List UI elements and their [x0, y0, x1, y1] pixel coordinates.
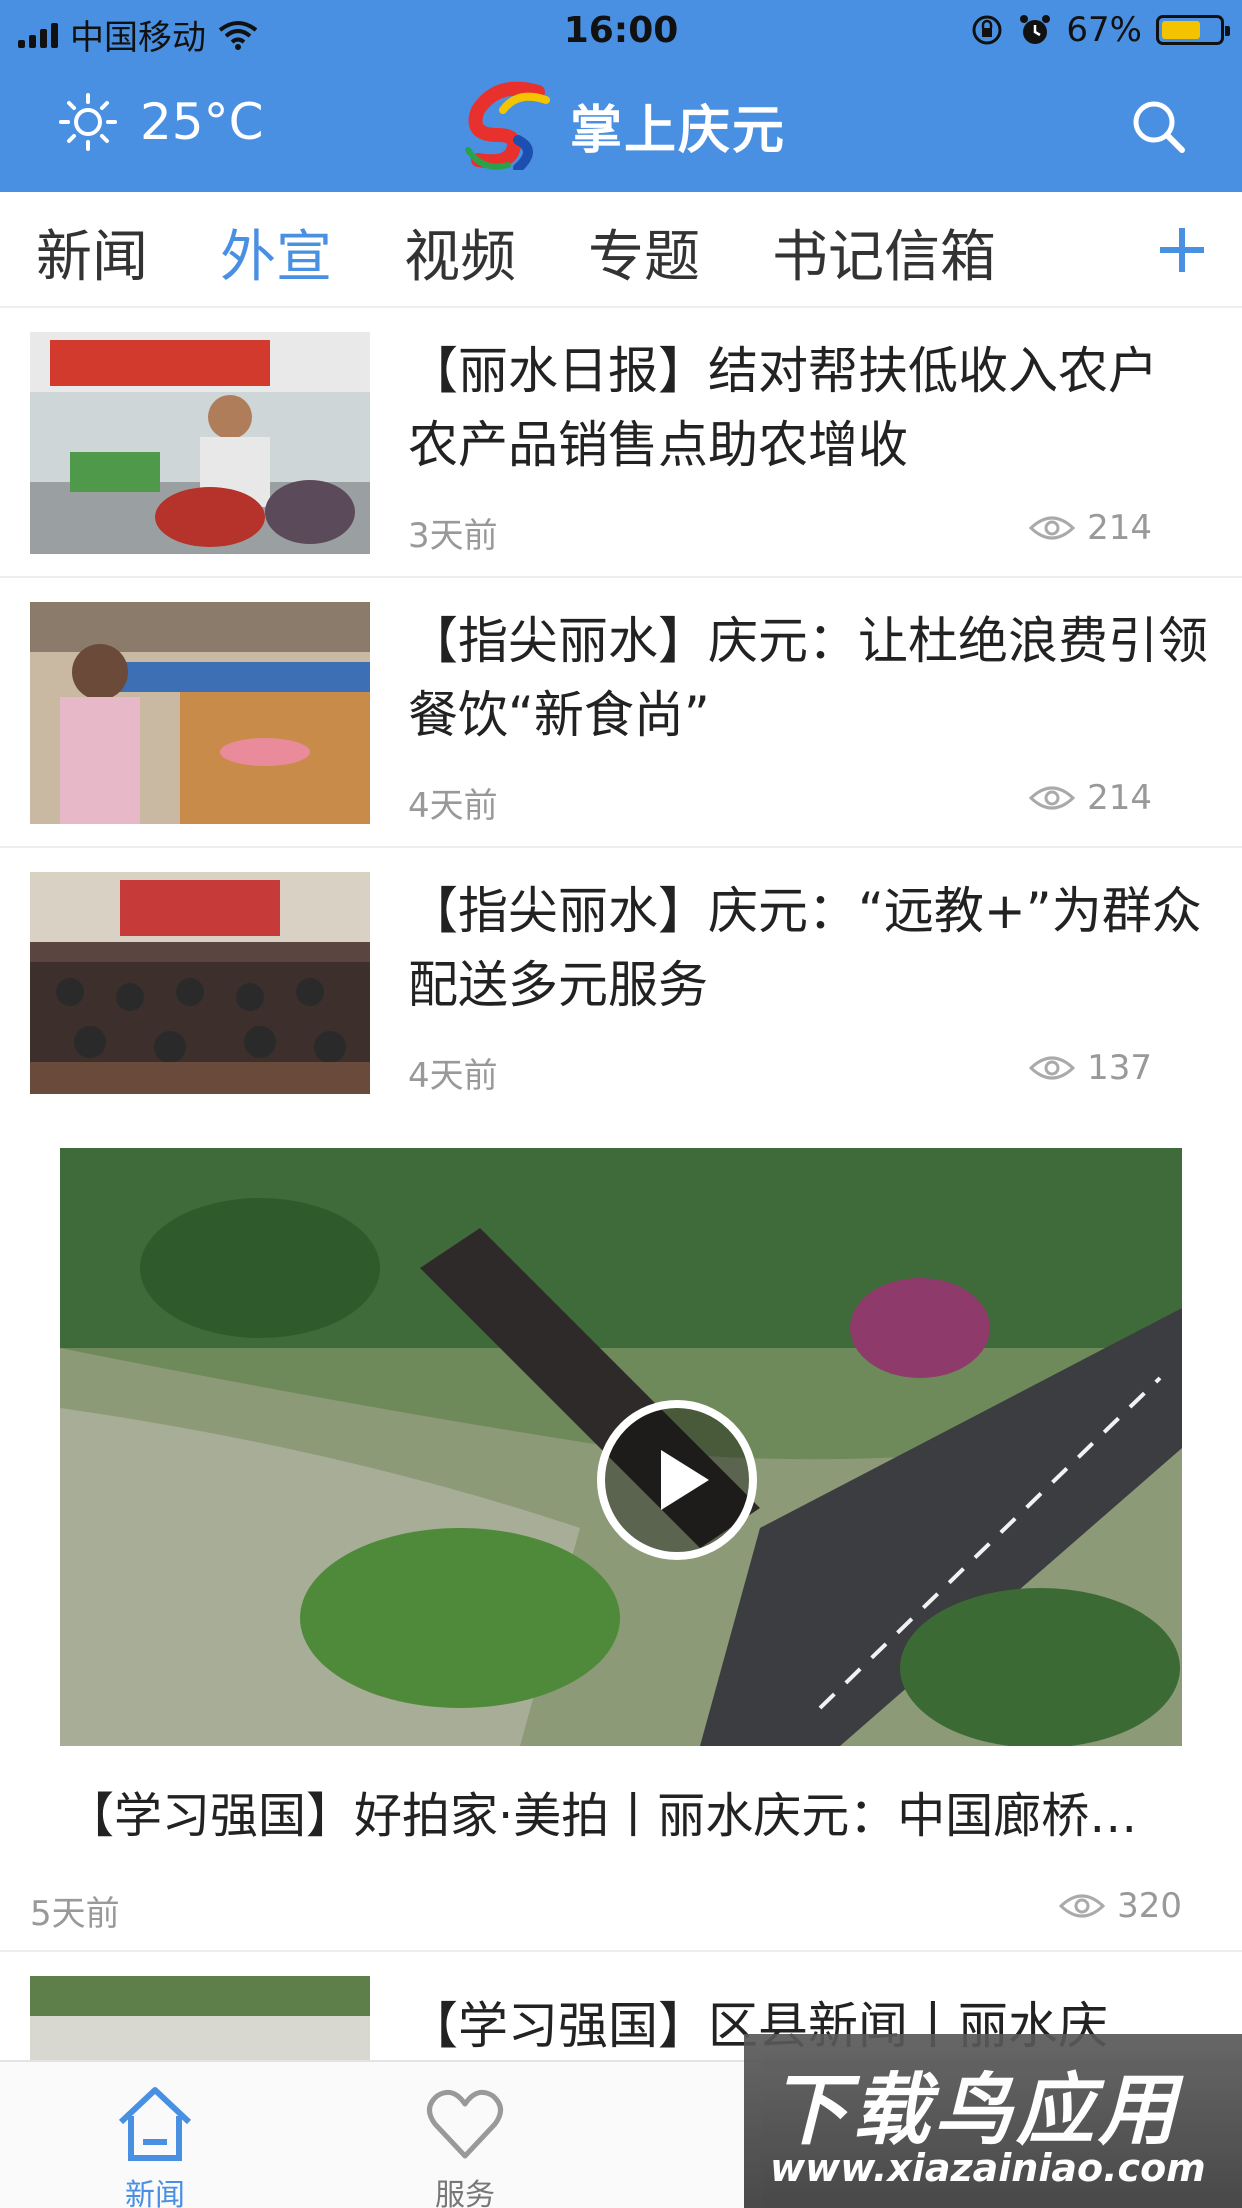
news-thumbnail	[30, 602, 370, 824]
news-item[interactable]: 【指尖丽水】庆元：让杜绝浪费引领餐饮“新食尚” 4天前 214	[0, 578, 1242, 848]
alarm-icon	[1020, 15, 1051, 44]
watermark-url: www.xiazainiao.com	[770, 2146, 1206, 2190]
news-view-count: 214	[1087, 508, 1152, 548]
home-icon	[118, 2087, 192, 2161]
status-bar: 中国移动 16:00 67%	[0, 0, 1242, 62]
news-headline: 【指尖丽水】庆元：“远教+”为群众配送多元服务	[408, 882, 1202, 1014]
news-headline: 【指尖丽水】庆元：让杜绝浪费引领餐饮“新食尚”	[408, 612, 1208, 744]
news-views: 214	[1029, 778, 1152, 818]
app-title: 掌上庆元	[570, 100, 787, 161]
status-right: 67%	[970, 10, 1230, 50]
eye-icon	[1029, 1056, 1076, 1080]
weather-widget[interactable]: 25°C	[58, 92, 264, 152]
video-item[interactable]: 【学习强国】好拍家·美拍丨丽水庆元：中国廊桥… 5天前 320	[0, 1116, 1242, 1952]
play-icon[interactable]	[595, 1398, 759, 1562]
nav-news[interactable]: 新闻	[0, 2062, 310, 2208]
heart-icon	[427, 2089, 503, 2159]
search-icon[interactable]	[1128, 96, 1188, 156]
nav-services-label: 服务	[435, 2178, 495, 2208]
news-views: 214	[1029, 508, 1152, 548]
video-time: 5天前	[30, 1894, 120, 1934]
news-item[interactable]: 【指尖丽水】庆元：“远教+”为群众配送多元服务 4天前 137	[0, 848, 1242, 1118]
video-title: 【学习强国】好拍家·美拍丨丽水庆元：中国廊桥…	[66, 1788, 1138, 1844]
news-headline: 【丽水日报】结对帮扶低收入农户 农产品销售点助农增收	[408, 342, 1158, 474]
app-header: 25°C 掌上庆元	[0, 62, 1242, 192]
battery-icon	[1156, 15, 1230, 45]
tab-topics[interactable]: 专题	[588, 212, 700, 293]
category-tabs: 新闻 外宣 视频 专题 书记信箱	[0, 192, 1242, 308]
logo-mark-icon	[465, 81, 550, 170]
tab-secretary-mailbox[interactable]: 书记信箱	[772, 212, 996, 293]
video-thumbnail	[60, 1148, 1182, 1746]
temperature: 25°C	[140, 93, 264, 151]
news-views: 137	[1029, 1048, 1152, 1088]
news-time: 3天前	[408, 516, 498, 556]
tab-news[interactable]: 新闻	[36, 212, 148, 293]
eye-icon	[1029, 516, 1076, 540]
nav-services[interactable]: 服务	[310, 2062, 620, 2208]
watermark-overlay: 下载鸟应用 www.xiazainiao.com	[744, 2034, 1242, 2208]
nav-news-label: 新闻	[125, 2178, 185, 2208]
news-time: 4天前	[408, 786, 498, 826]
news-item[interactable]: 【丽水日报】结对帮扶低收入农户 农产品销售点助农增收 3天前 214	[0, 308, 1242, 578]
news-time: 4天前	[408, 1056, 498, 1096]
top-bar: 中国移动 16:00 67% 25°C 掌上庆元	[0, 0, 1242, 192]
add-tab-icon[interactable]	[1152, 220, 1212, 280]
sun-icon	[59, 93, 117, 151]
news-view-count: 214	[1087, 778, 1152, 818]
eye-icon	[1059, 1894, 1106, 1918]
tab-publicity[interactable]: 外宣	[220, 212, 332, 293]
battery-percent: 67%	[1066, 10, 1142, 50]
news-thumbnail	[30, 872, 370, 1094]
tab-video[interactable]: 视频	[404, 212, 516, 293]
app-logo: 掌上庆元	[458, 80, 786, 170]
rotation-lock-icon	[972, 15, 1002, 45]
news-thumbnail	[30, 332, 370, 554]
watermark-text: 下载鸟应用	[770, 2066, 1181, 2156]
news-thumbnail	[30, 1976, 370, 2060]
video-views: 320	[1059, 1886, 1182, 1926]
news-view-count: 137	[1087, 1048, 1152, 1088]
eye-icon	[1029, 786, 1076, 810]
video-view-count: 320	[1117, 1886, 1182, 1926]
